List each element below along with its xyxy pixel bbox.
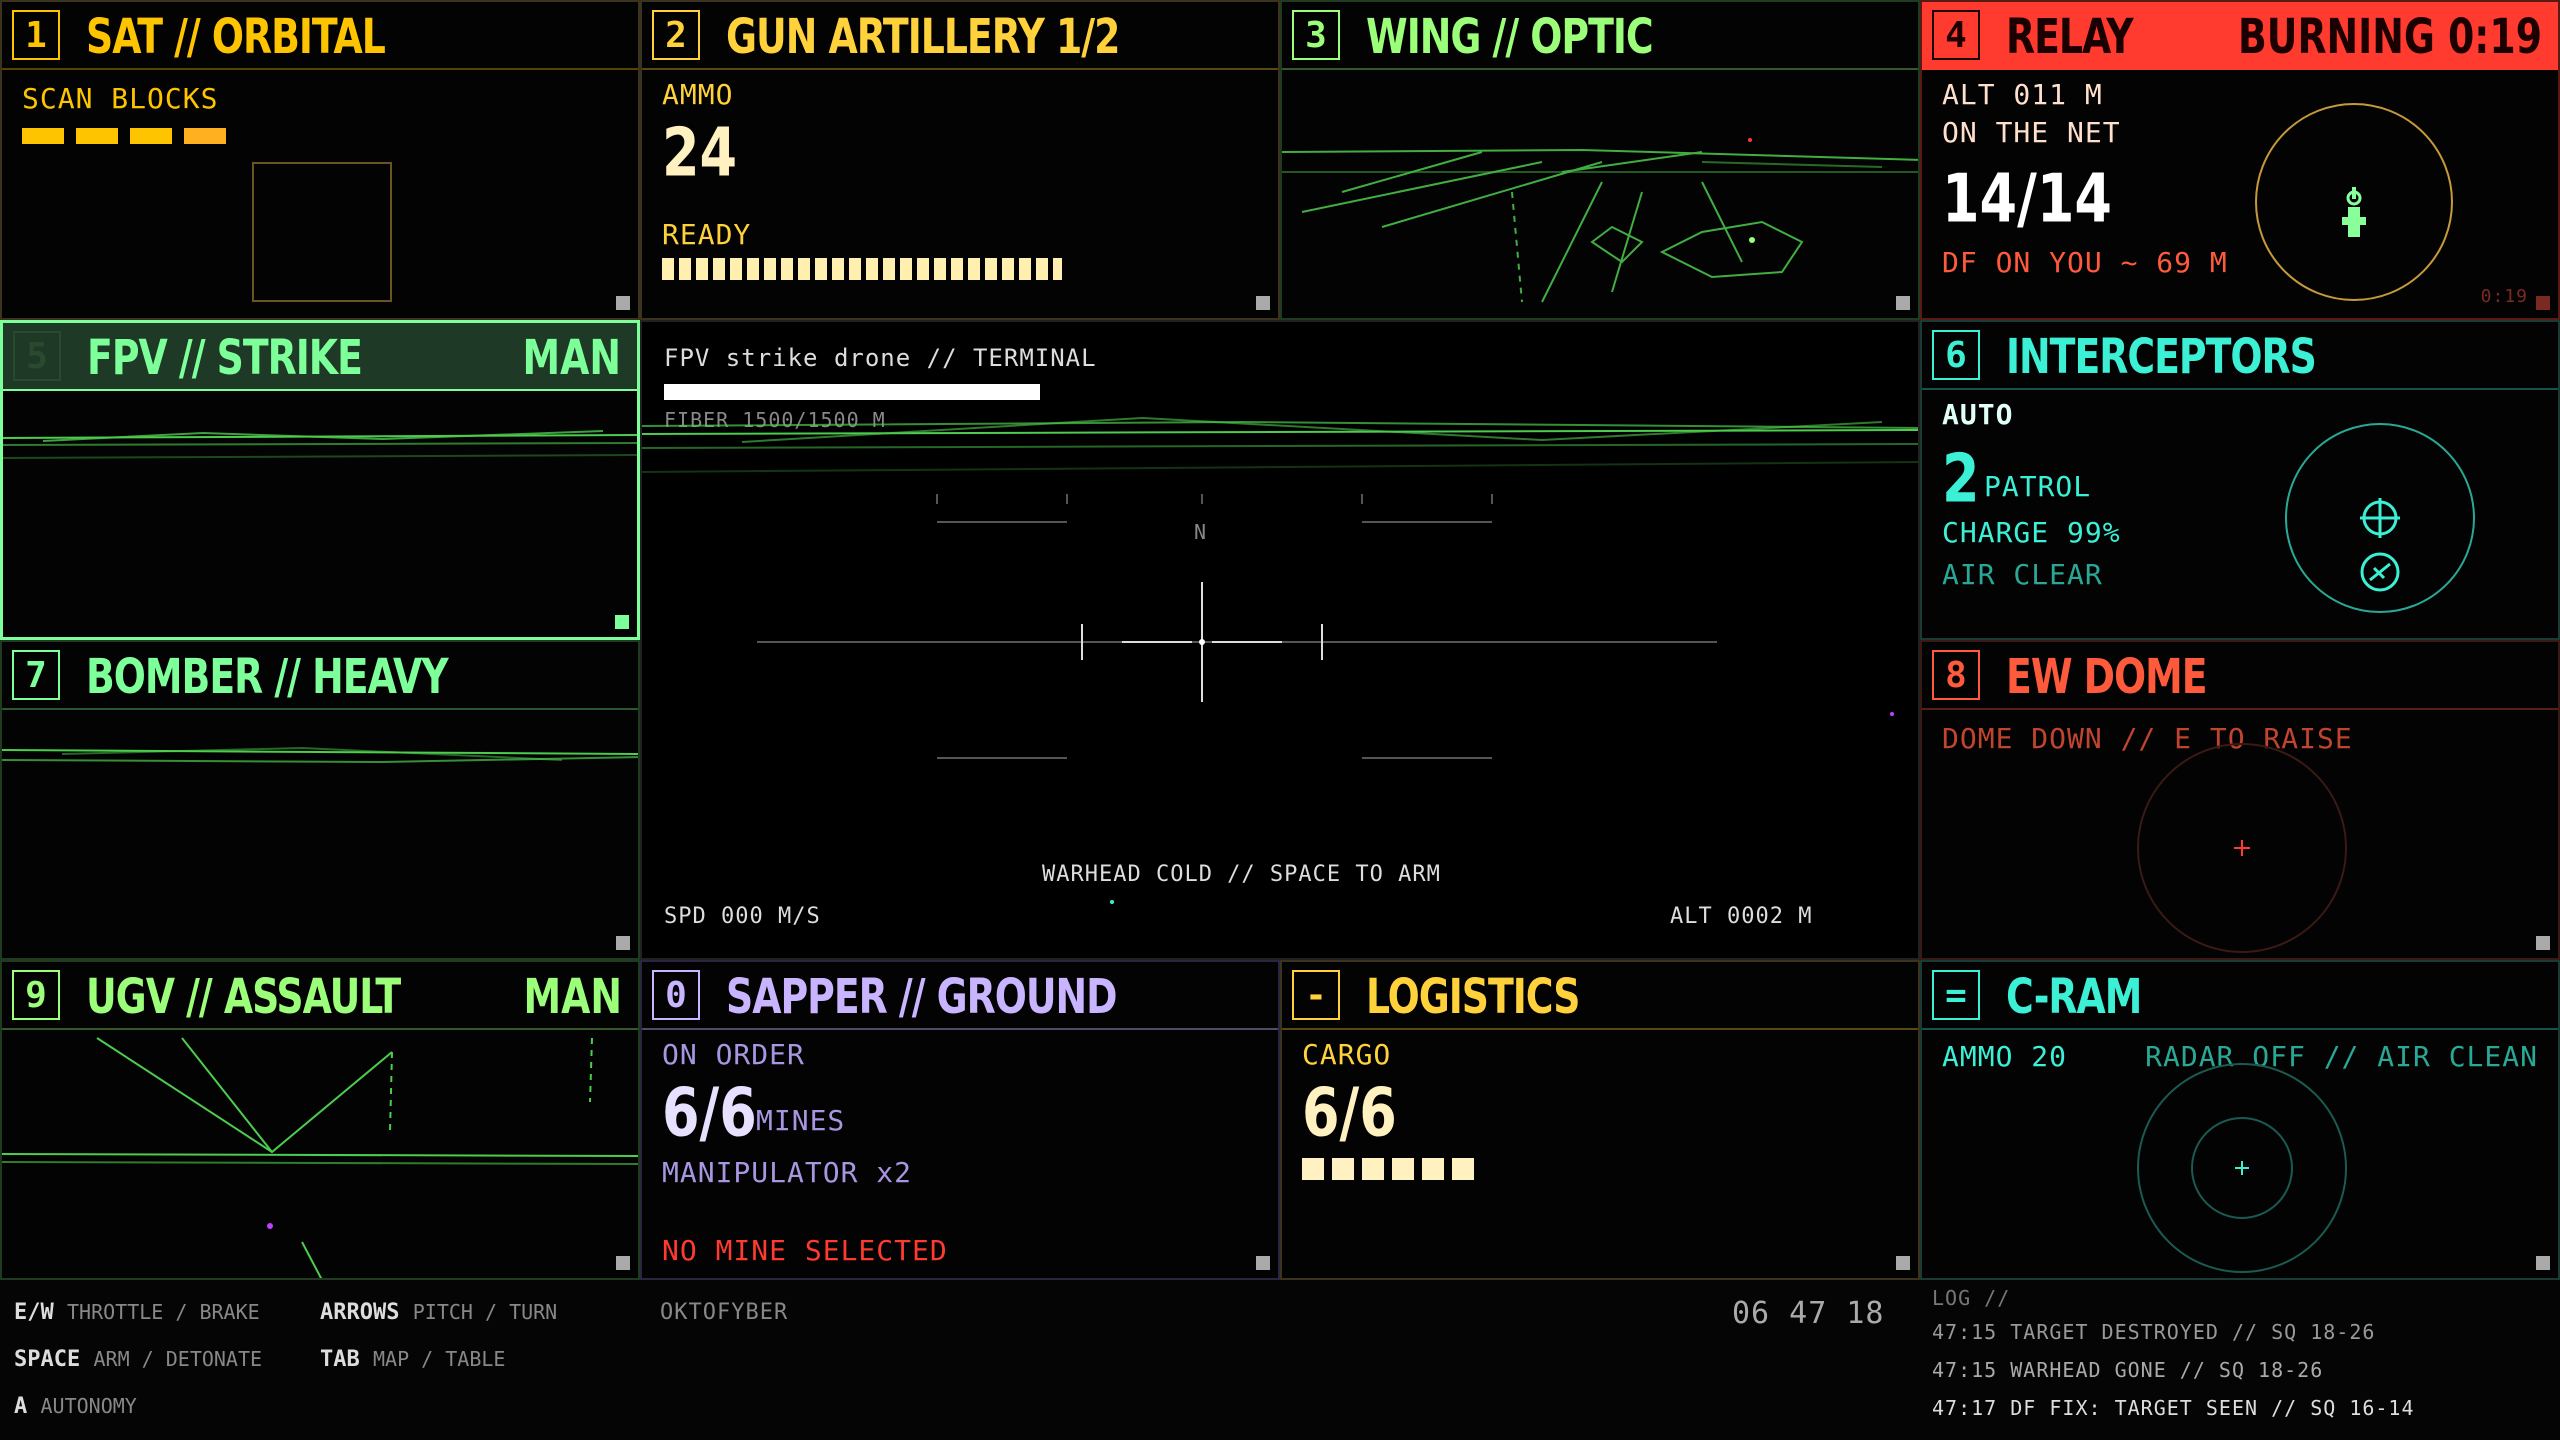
panel-gun-artillery[interactable]: 2 GUN ARTILLERY 1/2 AMMO 24 READY [640,0,1280,320]
ammo-count: 24 [662,114,738,193]
no-mine-warning: NO MINE SELECTED [662,1234,948,1267]
ready-label: READY [662,218,752,251]
mines-label: MINES [756,1104,846,1137]
interceptor-drone-icon [2360,552,2400,592]
key-hint-throttle: E/W THROTTLE / BRAKE [14,1300,260,1325]
panel-expand-handle[interactable] [616,936,630,950]
relay-antenna-icon [2342,187,2366,237]
key-hint-arrows: ARROWS PITCH / TURN [320,1300,557,1325]
speed-readout: SPD 000 M/S [664,904,821,929]
panel-fpv-strike[interactable]: 5 FPV // STRIKE MAN [0,320,640,640]
heading-indicator: N [1194,520,1208,544]
bomber-thumbnail-view [2,746,638,764]
panel-title: SAPPER // GROUND [726,968,1118,1025]
panel-bomber-heavy[interactable]: 7 BOMBER // HEAVY [0,640,640,960]
panel-c-ram[interactable]: = C-RAM AMMO 20 RADAR OFF // AIR CLEAN [1920,960,2560,1280]
panel-expand-handle[interactable] [1896,296,1910,310]
ew-dome-radar [2137,743,2347,953]
panel-title: GUN ARTILLERY 1/2 [726,8,1120,65]
key-label: ARROWS [320,1300,400,1325]
panel-number: 2 [652,10,700,60]
relay-timer-small: 0:19 [2480,286,2528,307]
panel-number: 0 [652,970,700,1020]
log-entry: 47:15 TARGET DESTROYED // SQ 18-26 [1932,1320,2376,1344]
relay-radar [2255,103,2453,301]
panel-expand-handle[interactable] [1256,296,1270,310]
relay-corner-marker [2536,296,2550,310]
key-description: ARM / DETONATE [93,1347,263,1371]
key-label: TAB [320,1347,360,1372]
key-label: SPACE [14,1347,81,1372]
panel-expand-handle[interactable] [1256,1256,1270,1270]
optic-view [1282,138,1918,303]
panel-header: 1 SAT // ORBITAL [2,2,638,70]
panel-relay[interactable]: 4 RELAY BURNING 0:19 ALT 011 M ON THE NE… [1920,0,2560,320]
center-cross-icon [2235,1161,2249,1175]
key-description: THROTTLE / BRAKE [67,1300,260,1324]
key-description: PITCH / TURN [412,1300,558,1324]
cargo-count: 6/6 [1302,1074,1397,1153]
panel-number: 1 [12,10,60,60]
panel-ew-dome[interactable]: 8 EW DOME DOME DOWN // E TO RAISE [1920,640,2560,960]
target-reticle-icon [2360,498,2400,538]
panel-expand-handle[interactable] [2536,1256,2550,1270]
panel-sapper-ground[interactable]: 0 SAPPER // GROUND ON ORDER 6/6 MINES MA… [640,960,1280,1280]
cargo-bar [1302,1158,1474,1180]
key-label: A [14,1394,28,1419]
key-description: MAP / TABLE [373,1347,506,1371]
key-hint-tab: TAB MAP / TABLE [320,1347,505,1372]
key-hint-arm: SPACE ARM / DETONATE [14,1347,262,1372]
panel-expand-handle[interactable] [616,1256,630,1270]
panel-header: 2 GUN ARTILLERY 1/2 [642,2,1278,70]
log-entry: 47:17 DF FIX: TARGET SEEN // SQ 16-14 [1932,1396,2415,1420]
panel-header: 0 SAPPER // GROUND [642,962,1278,1030]
key-hint-autonomy: A AUTONOMY [14,1394,137,1419]
altitude-readout: ALT 0002 M [1670,904,1813,929]
panel-expand-handle[interactable] [616,296,630,310]
panel-number: - [1292,970,1340,1020]
panel-expand-handle[interactable] [615,615,629,629]
panel-title: SAT // ORBITAL [86,8,386,65]
scan-blocks-label: SCAN BLOCKS [22,82,219,115]
manipulator-readout: MANIPULATOR x2 [662,1156,913,1189]
ammo-label: AMMO [662,78,734,111]
scan-frame [252,162,392,302]
center-cross-icon [2234,840,2250,856]
fpv-thumbnail-view [3,430,637,459]
panel-logistics[interactable]: - LOGISTICS CARGO 6/6 [1280,960,1920,1280]
panel-sat-orbital[interactable]: 1 SAT // ORBITAL SCAN BLOCKS [0,0,640,320]
log-title: LOG // [1932,1286,2011,1310]
key-label: E/W [14,1300,54,1325]
panel-wing-optic[interactable]: 3 WING // OPTIC [1280,0,1920,320]
warhead-status: WARHEAD COLD // SPACE TO ARM [1042,862,1441,887]
scan-blocks-bar [22,128,226,148]
panel-ugv-assault[interactable]: 9 UGV // ASSAULT MAN [0,960,640,1280]
order-status: ON ORDER [662,1038,805,1071]
interceptor-radar [2285,423,2475,613]
mission-clock: 06 47 18 [1732,1296,1885,1331]
panel-expand-handle[interactable] [2536,936,2550,950]
mines-count: 6/6 [662,1074,757,1153]
log-entry: 47:15 WARHEAD GONE // SQ 18-26 [1932,1358,2324,1382]
cram-radar [2137,1063,2347,1273]
ugv-thumbnail-view [2,1037,638,1278]
cargo-label: CARGO [1302,1038,1392,1071]
panel-interceptors[interactable]: 6 INTERCEPTORS AUTO 2 PATROL CHARGE 99% … [1920,320,2560,640]
panel-expand-handle[interactable] [1896,1256,1910,1270]
panel-header: - LOGISTICS [1282,962,1918,1030]
main-fpv-view[interactable]: FPV strike drone // TERMINAL FIBER 1500/… [640,320,1920,960]
operator-callsign: OKTOFYBER [660,1300,789,1325]
footer-bar: E/W THROTTLE / BRAKE SPACE ARM / DETONAT… [0,1280,2560,1440]
panel-title: LOGISTICS [1366,968,1581,1025]
key-description: AUTONOMY [40,1394,137,1418]
ammo-bar [662,258,1062,280]
